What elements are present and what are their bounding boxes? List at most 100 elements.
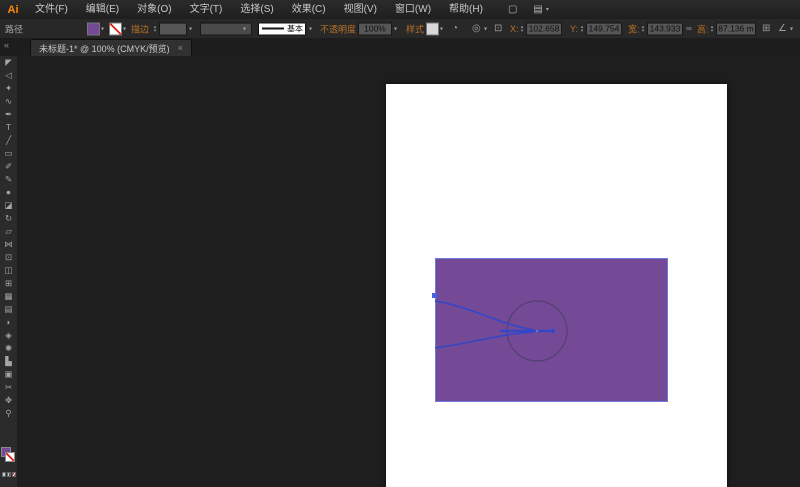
color-button[interactable] [2,472,6,477]
menu-item-2[interactable]: 对象(O) [128,0,180,19]
y-input[interactable]: 149.754 [586,22,622,35]
stepper-down-icon[interactable]: ▾ [640,29,646,33]
stroke-color-swatch[interactable] [109,22,122,35]
canvas-pasteboard[interactable] [17,56,800,487]
artwork-layer [386,84,727,487]
tool-list: ◤◁✦∿✒T╱▭✐✎●◪↻▱⋈⊡◫⊞▦▤◗◈✺▙▣✂✥⚲ [0,56,17,420]
width-stepper[interactable]: ▴ ▾ [640,25,646,33]
artboard-tool[interactable]: ▣ [0,368,17,381]
tools-panel: ◤◁✦∿✒T╱▭✐✎●◪↻▱⋈⊡◫⊞▦▤◗◈✺▙▣✂✥⚲ [0,56,18,487]
stepper-down-icon[interactable]: ▾ [519,29,525,33]
width-label: 宽: [628,22,640,35]
pencil-tool[interactable]: ✎ [0,173,17,186]
opacity-input[interactable]: 100% [358,22,392,35]
workspace-dropdown-icon[interactable]: ▾ [546,6,549,13]
width-tool[interactable]: ⋈ [0,238,17,251]
paintbrush-tool[interactable]: ✐ [0,160,17,173]
workspace-switcher-icon[interactable]: ▤ [533,4,542,15]
align-panel-icon[interactable]: ⊡ [494,24,502,34]
style-dropdown-icon[interactable]: ▾ [440,25,443,32]
height-stepper[interactable]: ▴ ▾ [709,25,715,33]
path-end-point[interactable] [551,329,555,333]
circle-center-point [536,330,538,332]
x-label: X: [510,24,519,34]
blend-tool[interactable]: ◈ [0,329,17,342]
shear-dropdown-icon[interactable]: ▾ [790,25,793,32]
constrain-proportions-icon[interactable]: ∞ [686,24,692,34]
menu-item-7[interactable]: 窗口(W) [386,0,440,19]
zoom-tool[interactable]: ⚲ [0,407,17,420]
stroke-dropdown-icon[interactable]: ▾ [123,25,126,32]
pen-tool[interactable]: ✒ [0,108,17,121]
toolbar-collapse-icon[interactable]: « [4,40,9,50]
free-transform-tool[interactable]: ⊡ [0,251,17,264]
shape-builder-tool[interactable]: ◫ [0,264,17,277]
menu-item-0[interactable]: 文件(F) [26,0,77,19]
transform-panel-icon[interactable]: ⊞ [762,24,770,34]
eyedropper-tool[interactable]: ◗ [0,316,17,329]
profile-dropdown-icon[interactable]: ▾ [243,25,246,32]
style-label[interactable]: 样式 [406,22,424,35]
menu-item-4[interactable]: 选择(S) [231,0,282,19]
brush-dropdown-icon[interactable]: ▾ [309,25,312,32]
brush-definition-select[interactable]: 基本 [258,22,306,35]
stroke-weight-stepper[interactable]: ▴ ▾ [152,25,158,33]
direct-selection-tool[interactable]: ◁ [0,69,17,82]
tab-close-icon[interactable]: × [178,43,183,53]
fill-color-swatch[interactable] [87,22,100,35]
fill-stroke-indicator[interactable] [0,446,17,466]
artboard[interactable] [386,84,727,487]
gradient-tool[interactable]: ▤ [0,303,17,316]
document-tab[interactable]: 未标题-1* @ 100% (CMYK/预览) × [30,39,192,56]
rotate-tool[interactable]: ↻ [0,212,17,225]
type-tool[interactable]: T [0,121,17,134]
eraser-tool[interactable]: ◪ [0,199,17,212]
selection-type-label: 路径 [5,22,23,35]
none-button[interactable] [12,472,16,477]
document-title: 未标题-1* @ 100% (CMYK/预览) [39,42,170,55]
menu-bar: Ai 文件(F)编辑(E)对象(O)文字(T)选择(S)效果(C)视图(V)窗口… [0,0,800,20]
blob-brush-tool[interactable]: ● [0,186,17,199]
style-swatch[interactable] [426,22,439,35]
column-graph-tool[interactable]: ▙ [0,355,17,368]
symbol-sprayer-tool[interactable]: ✺ [0,342,17,355]
line-segment-tool[interactable]: ╱ [0,134,17,147]
stroke-none-indicator[interactable] [5,452,15,462]
anchor-point[interactable] [432,293,437,298]
selection-tool[interactable]: ◤ [0,56,17,69]
stepper-down-icon[interactable]: ▾ [709,29,715,33]
menu-item-1[interactable]: 编辑(E) [77,0,128,19]
x-input[interactable]: 102.658 [526,22,562,35]
app-logo: Ai [0,4,26,16]
x-stepper[interactable]: ▴ ▾ [519,25,525,33]
shear-icon[interactable]: ∠ [778,24,787,34]
stepper-down-icon[interactable]: ▾ [152,29,158,33]
mask-dropdown-icon[interactable]: ▾ [484,25,487,32]
y-stepper[interactable]: ▴ ▾ [579,25,585,33]
slice-tool[interactable]: ✂ [0,381,17,394]
menu-item-8[interactable]: 帮助(H) [440,0,492,19]
perspective-grid-tool[interactable]: ⊞ [0,277,17,290]
menu-item-5[interactable]: 效果(C) [283,0,335,19]
stroke-weight-dropdown-icon[interactable]: ▾ [189,25,192,32]
stroke-weight-input[interactable] [159,22,187,35]
scale-tool[interactable]: ▱ [0,225,17,238]
mesh-tool[interactable]: ▦ [0,290,17,303]
gradient-button[interactable] [7,472,11,477]
width-input[interactable]: 143.933 [647,22,683,35]
stepper-down-icon[interactable]: ▾ [579,29,585,33]
menu-item-3[interactable]: 文字(T) [181,0,232,19]
opacity-mask-icon[interactable]: ◎ [472,24,481,34]
height-input[interactable]: 87.136 m [716,22,756,35]
rectangle-tool[interactable]: ▭ [0,147,17,160]
recolor-artwork-icon[interactable]: ◔ [452,24,458,34]
menu-item-6[interactable]: 视图(V) [335,0,386,19]
arrange-documents-icon[interactable]: ▢ [508,4,517,15]
opacity-dropdown-icon[interactable]: ▾ [394,25,397,32]
fill-dropdown-icon[interactable]: ▾ [101,25,104,32]
lasso-tool[interactable]: ∿ [0,95,17,108]
stroke-weight-label[interactable]: 描边 [131,22,149,35]
hand-tool[interactable]: ✥ [0,394,17,407]
magic-wand-tool[interactable]: ✦ [0,82,17,95]
opacity-label[interactable]: 不透明度 [320,22,356,35]
